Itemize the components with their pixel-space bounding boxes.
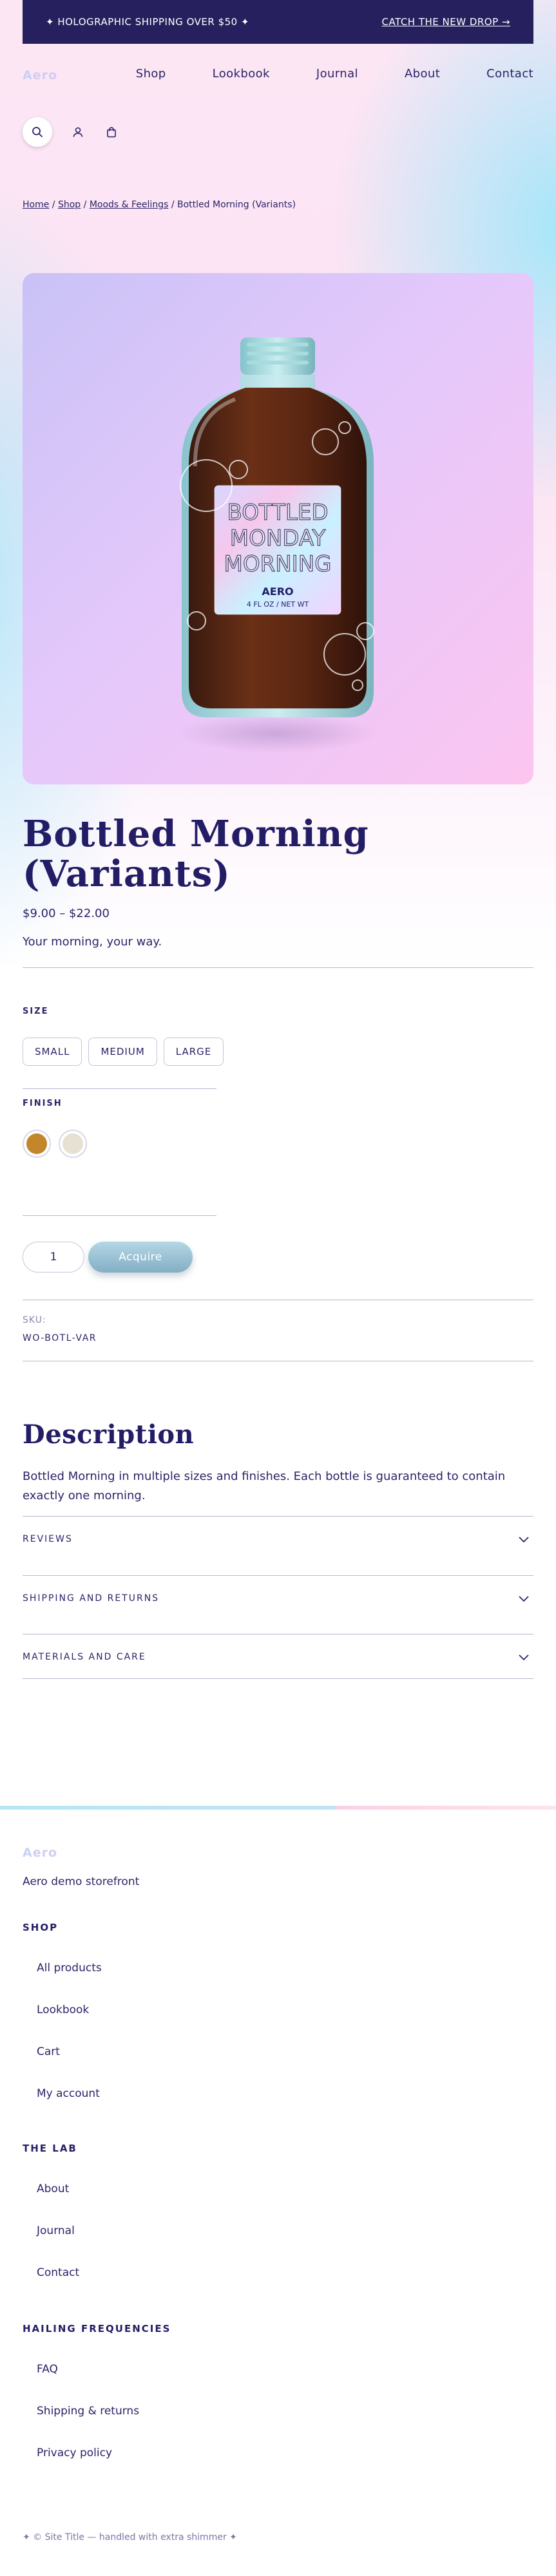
divider <box>23 1678 533 1679</box>
nav-item-shop[interactable]: Shop <box>136 67 166 80</box>
bag-icon <box>107 127 116 138</box>
announcement-bar: ✦ HOLOGRAPHIC SHIPPING OVER $50 ✦ CATCH … <box>23 0 533 44</box>
acquire-button[interactable]: Acquire <box>88 1242 193 1273</box>
main-nav: Shop Lookbook Journal About Contact <box>90 67 533 80</box>
footer-link-privacy-policy[interactable]: Privacy policy <box>37 2447 112 2459</box>
swatch-color <box>26 1133 47 1154</box>
footer-link-faq[interactable]: FAQ <box>37 2363 58 2376</box>
finish-label: FINISH <box>23 1099 62 1108</box>
accordion-label: SHIPPING AND RETURNS <box>23 1593 160 1604</box>
size-option-small[interactable]: SMALL <box>23 1037 82 1066</box>
quantity-input[interactable]: 1 <box>23 1242 84 1273</box>
size-label: SIZE <box>23 1007 49 1016</box>
breadcrumb: Home / Shop / Moods & Feelings / Bottled… <box>23 200 296 210</box>
announcement-text: ✦ HOLOGRAPHIC SHIPPING OVER $50 ✦ <box>46 16 250 28</box>
label-brand: AERO <box>262 585 293 598</box>
search-icon <box>32 127 43 137</box>
search-button[interactable] <box>23 117 52 147</box>
breadcrumb-separator: / <box>81 200 90 210</box>
footer-logo[interactable]: Aero <box>23 1846 87 1860</box>
divider <box>23 967 533 968</box>
nav-item-journal[interactable]: Journal <box>316 67 358 80</box>
sku-value: WO-BOTL-VAR <box>23 1333 97 1343</box>
footer-link-all-products[interactable]: All products <box>37 1962 102 1975</box>
accordion-reviews[interactable]: REVIEWS <box>23 1516 533 1561</box>
brand-logo[interactable]: Aero <box>23 68 87 82</box>
footer-link-lookbook[interactable]: Lookbook <box>37 2003 89 2016</box>
breadcrumb-shop[interactable]: Shop <box>58 200 81 210</box>
accordion-label: REVIEWS <box>23 1533 73 1544</box>
label-line1: BOTTLED <box>227 500 328 526</box>
footer-link-journal[interactable]: Journal <box>37 2224 75 2237</box>
nav-item-about[interactable]: About <box>405 67 440 80</box>
logo-text: Aero <box>23 1846 57 1860</box>
product-title: Bottled Morning (Variants) <box>23 813 369 895</box>
footer-link-cart[interactable]: Cart <box>37 2045 60 2058</box>
account-button[interactable] <box>70 124 86 140</box>
description-heading: Description <box>23 1419 195 1450</box>
chevron-down-icon <box>519 1595 529 1602</box>
cart-button[interactable] <box>104 124 119 140</box>
footer-tagline: Aero demo storefront <box>23 1875 140 1888</box>
size-option-medium[interactable]: MEDIUM <box>88 1037 157 1066</box>
product-tagline: Your morning, your way. <box>23 935 162 949</box>
logo-text: Aero <box>23 68 57 82</box>
chevron-down-icon <box>519 1654 529 1660</box>
footer-divider <box>0 1806 556 1810</box>
bottle-illustration: BOTTLED MONDAY MORNING AERO 4 FL OZ / NE… <box>178 337 378 753</box>
size-option-large[interactable]: LARGE <box>163 1037 224 1066</box>
divider <box>23 1088 216 1089</box>
chevron-down-icon <box>519 1536 529 1542</box>
swatch-color <box>62 1133 83 1154</box>
product-price: $9.00 – $22.00 <box>23 907 110 920</box>
label-net: 4 FL OZ / NET WT <box>247 600 309 609</box>
nav-item-contact[interactable]: Contact <box>486 67 533 80</box>
nav-item-lookbook[interactable]: Lookbook <box>213 67 270 80</box>
footer-link-contact[interactable]: Contact <box>37 2266 79 2279</box>
accordion-label: MATERIALS AND CARE <box>23 1651 146 1662</box>
finish-swatch-cream[interactable] <box>59 1130 87 1158</box>
label-line2: MONDAY <box>230 526 326 551</box>
breadcrumb-category[interactable]: Moods & Feelings <box>90 200 169 210</box>
size-options: SMALL MEDIUM LARGE <box>23 1037 224 1066</box>
sku-label: SKU: <box>23 1315 46 1325</box>
finish-options <box>23 1130 87 1158</box>
footer-heading-the-lab: THE LAB <box>23 2143 77 2154</box>
label-line3: MORNING <box>224 551 332 577</box>
user-icon <box>73 127 83 137</box>
description-text: Bottled Morning in multiple sizes and fi… <box>23 1470 506 1502</box>
footer-link-shipping-returns[interactable]: Shipping & returns <box>37 2405 139 2418</box>
accordion-shipping[interactable]: SHIPPING AND RETURNS <box>23 1575 533 1620</box>
footer-heading-shop: SHOP <box>23 1922 59 1933</box>
breadcrumb-current: Bottled Morning (Variants) <box>177 200 296 210</box>
divider <box>23 1215 216 1216</box>
product-image[interactable]: BOTTLED MONDAY MORNING AERO 4 FL OZ / NE… <box>23 273 533 784</box>
accordion-materials[interactable]: MATERIALS AND CARE <box>23 1634 533 1679</box>
breadcrumb-separator: / <box>49 200 58 210</box>
breadcrumb-home[interactable]: Home <box>23 200 49 210</box>
copyright-text: ✦ © Site Title — handled with extra shim… <box>23 2532 237 2543</box>
footer-link-about[interactable]: About <box>37 2183 69 2195</box>
finish-swatch-amber[interactable] <box>23 1130 51 1158</box>
breadcrumb-separator: / <box>168 200 177 210</box>
footer-heading-hailing-frequencies: HAILING FREQUENCIES <box>23 2323 171 2334</box>
header-icons <box>23 117 119 147</box>
footer-link-my-account[interactable]: My account <box>37 2087 100 2100</box>
new-drop-link[interactable]: CATCH THE NEW DROP → <box>381 16 510 28</box>
